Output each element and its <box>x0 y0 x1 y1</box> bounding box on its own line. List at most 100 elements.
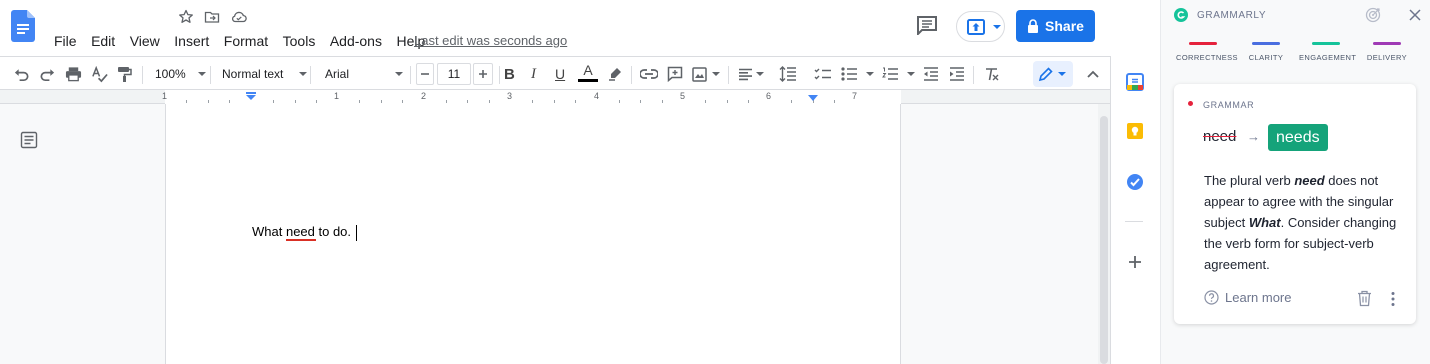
editing-mode-button[interactable] <box>1033 61 1073 87</box>
suggestion-kind: GRAMMAR <box>1203 100 1255 110</box>
menu-edit[interactable]: Edit <box>91 33 115 49</box>
move-folder-icon[interactable] <box>204 9 220 25</box>
zoom-value: 100% <box>155 67 186 81</box>
text-color-icon: A <box>583 62 593 78</box>
document-outline-icon[interactable] <box>20 131 38 149</box>
insert-link-button[interactable] <box>640 65 658 83</box>
bulleted-list-button[interactable] <box>841 65 874 83</box>
category-engagement[interactable]: ENGAGEMENT <box>1299 42 1357 62</box>
decrease-indent-button[interactable] <box>923 65 939 83</box>
spellcheck-button[interactable] <box>91 65 108 83</box>
ruler[interactable]: 1 1 2 3 4 5 6 7 <box>0 90 1110 104</box>
category-label: CORRECTNESS <box>1176 53 1238 62</box>
ruler-number: 4 <box>594 91 600 101</box>
document-text[interactable]: What need to do. <box>252 224 351 239</box>
paint-format-icon <box>118 66 132 82</box>
link-icon <box>640 69 658 79</box>
calendar-icon[interactable] <box>1126 73 1144 91</box>
line-spacing-icon <box>779 66 796 82</box>
checklist-button[interactable] <box>814 65 832 83</box>
menu-tools[interactable]: Tools <box>283 33 316 49</box>
tasks-icon[interactable] <box>1126 173 1144 191</box>
numbered-list-button[interactable] <box>882 65 915 83</box>
dismiss-trash-icon[interactable] <box>1357 290 1372 307</box>
align-caret-icon <box>756 72 764 76</box>
italic-button[interactable]: I <box>531 65 536 83</box>
close-icon[interactable] <box>1409 9 1421 21</box>
bold-button[interactable]: B <box>504 65 515 83</box>
menu-insert[interactable]: Insert <box>174 33 209 49</box>
category-correctness[interactable]: CORRECTNESS <box>1176 42 1238 62</box>
star-icon[interactable] <box>178 9 194 25</box>
flagged-word[interactable]: need <box>286 224 315 239</box>
present-caret-icon <box>993 25 1001 29</box>
category-label: ENGAGEMENT <box>1299 53 1357 62</box>
zoom-select[interactable]: 100% <box>155 65 206 83</box>
suggestion-word: needs <box>1276 128 1320 146</box>
image-icon <box>692 66 707 82</box>
learn-more-link[interactable]: Learn more <box>1204 290 1291 305</box>
menu-view[interactable]: View <box>130 33 160 49</box>
category-delivery[interactable]: DELIVERY <box>1360 42 1414 62</box>
decrease-font-size-button[interactable] <box>416 63 434 85</box>
more-options-icon[interactable] <box>1389 291 1397 307</box>
hide-menus-button[interactable] <box>1086 65 1100 83</box>
category-label: CLARITY <box>1248 53 1284 62</box>
accept-suggestion-button[interactable]: needs <box>1268 124 1328 151</box>
present-button[interactable] <box>956 11 1005 42</box>
goals-icon[interactable] <box>1365 7 1381 23</box>
bullets-caret-icon <box>866 72 874 76</box>
font-select[interactable]: Arial <box>325 65 404 83</box>
font-size-input[interactable]: 11 <box>437 63 471 85</box>
clear-formatting-button[interactable] <box>984 65 999 83</box>
zoom-caret-icon <box>197 72 206 76</box>
bold-icon: B <box>504 65 515 83</box>
left-indent-marker[interactable] <box>246 92 256 102</box>
line-spacing-button[interactable] <box>779 65 797 83</box>
scrollbar-thumb[interactable] <box>1100 116 1108 364</box>
ruler-number: 1 <box>334 91 340 101</box>
increase-font-size-button[interactable] <box>473 63 493 85</box>
underline-button[interactable]: U <box>555 65 565 83</box>
category-clarity[interactable]: CLARITY <box>1239 42 1293 62</box>
highlight-button[interactable] <box>607 65 623 83</box>
style-value: Normal text <box>222 67 284 81</box>
keep-icon[interactable] <box>1126 122 1144 140</box>
undo-button[interactable] <box>13 65 30 83</box>
category-label: DELIVERY <box>1366 53 1408 62</box>
text-cursor <box>356 225 357 241</box>
menu-addons[interactable]: Add-ons <box>330 33 382 49</box>
font-size-value: 11 <box>447 67 461 81</box>
chevron-up-icon <box>1087 70 1099 78</box>
right-indent-marker[interactable] <box>808 94 818 102</box>
cloud-saved-icon[interactable] <box>231 9 247 25</box>
share-button[interactable]: Share <box>1016 10 1095 42</box>
text-color-button[interactable]: A <box>578 63 598 85</box>
align-button[interactable] <box>738 65 764 83</box>
paint-format-button[interactable] <box>117 65 132 83</box>
style-caret-icon <box>299 72 308 76</box>
text-before: What <box>252 224 286 239</box>
add-comment-icon <box>667 66 683 82</box>
redo-button[interactable] <box>39 65 56 83</box>
insert-comment-button[interactable] <box>667 65 683 83</box>
docs-logo[interactable] <box>11 10 35 42</box>
insert-image-button[interactable] <box>692 65 720 83</box>
checklist-icon <box>814 68 831 79</box>
increase-indent-button[interactable] <box>949 65 965 83</box>
grammarly-logo-icon <box>1174 8 1188 22</box>
add-addon-icon[interactable] <box>1126 253 1144 271</box>
print-button[interactable] <box>65 65 82 83</box>
ruler-number: 5 <box>680 91 686 101</box>
undo-icon <box>14 68 29 81</box>
menu-file[interactable]: File <box>54 33 77 49</box>
font-value: Arial <box>325 67 350 81</box>
highlighter-icon <box>609 68 621 81</box>
share-label: Share <box>1045 18 1084 34</box>
comments-icon[interactable] <box>916 15 938 35</box>
style-select[interactable]: Normal text <box>222 65 308 83</box>
toolbar: 100% Normal text Arial 11 B I U A <box>0 56 1110 90</box>
last-edit-link[interactable]: Last edit was seconds ago <box>414 33 567 48</box>
menu-format[interactable]: Format <box>224 33 268 49</box>
underline-icon: U <box>555 66 566 82</box>
